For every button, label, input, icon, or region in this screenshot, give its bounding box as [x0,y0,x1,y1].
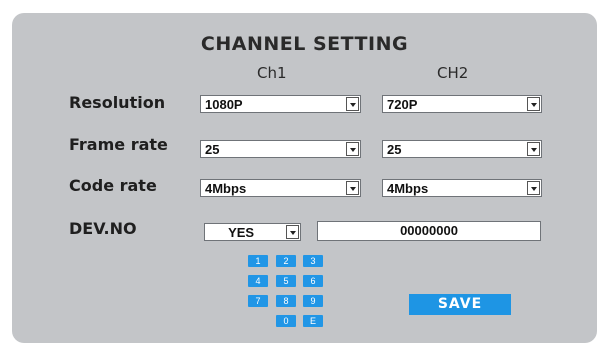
page-title: CHANNEL SETTING [200,33,409,55]
resolution-ch1-value: 1080P [205,97,243,112]
keypad-key-6[interactable]: 6 [303,275,323,287]
keypad-key-4[interactable]: 4 [248,275,268,287]
channel-setting-panel: CHANNEL SETTING Ch1 CH2 Resolution 1080P… [12,13,597,343]
dev-no-input[interactable]: 00000000 [317,221,541,241]
chevron-down-icon [527,181,540,195]
resolution-ch2-value: 720P [387,97,418,112]
dev-no-enable-value: YES [228,225,255,240]
code-rate-ch2-select[interactable]: 4Mbps [382,179,542,197]
code-rate-label: Code rate [69,176,157,195]
chevron-down-icon [286,225,299,239]
save-button[interactable]: SAVE [409,294,511,315]
chevron-down-icon [346,97,359,111]
dev-no-enable-select[interactable]: YES [204,223,301,241]
code-rate-ch1-value: 4Mbps [205,181,247,196]
frame-rate-ch2-value: 25 [387,142,402,157]
keypad-key-1[interactable]: 1 [248,255,268,267]
keypad-key-7[interactable]: 7 [248,295,268,307]
keypad-key-5[interactable]: 5 [276,275,296,287]
resolution-label: Resolution [69,93,166,112]
chevron-down-icon [527,97,540,111]
chevron-down-icon [346,142,359,156]
keypad-key-3[interactable]: 3 [303,255,323,267]
frame-rate-ch2-select[interactable]: 25 [382,140,542,158]
frame-rate-ch1-value: 25 [205,142,220,157]
code-rate-ch1-select[interactable]: 4Mbps [200,179,361,197]
resolution-ch1-select[interactable]: 1080P [200,95,361,113]
resolution-ch2-select[interactable]: 720P [382,95,542,113]
keypad-key-e[interactable]: E [303,315,323,327]
frame-rate-ch1-select[interactable]: 25 [200,140,361,158]
keypad-key-8[interactable]: 8 [276,295,296,307]
dev-no-label: DEV.NO [69,219,137,238]
code-rate-ch2-value: 4Mbps [387,181,429,196]
column-header-ch1: Ch1 [257,64,287,82]
keypad-key-2[interactable]: 2 [276,255,296,267]
frame-rate-label: Frame rate [69,135,168,154]
column-header-ch2: CH2 [437,64,469,82]
keypad-key-0[interactable]: 0 [276,315,296,327]
chevron-down-icon [527,142,540,156]
chevron-down-icon [346,181,359,195]
keypad-key-9[interactable]: 9 [303,295,323,307]
